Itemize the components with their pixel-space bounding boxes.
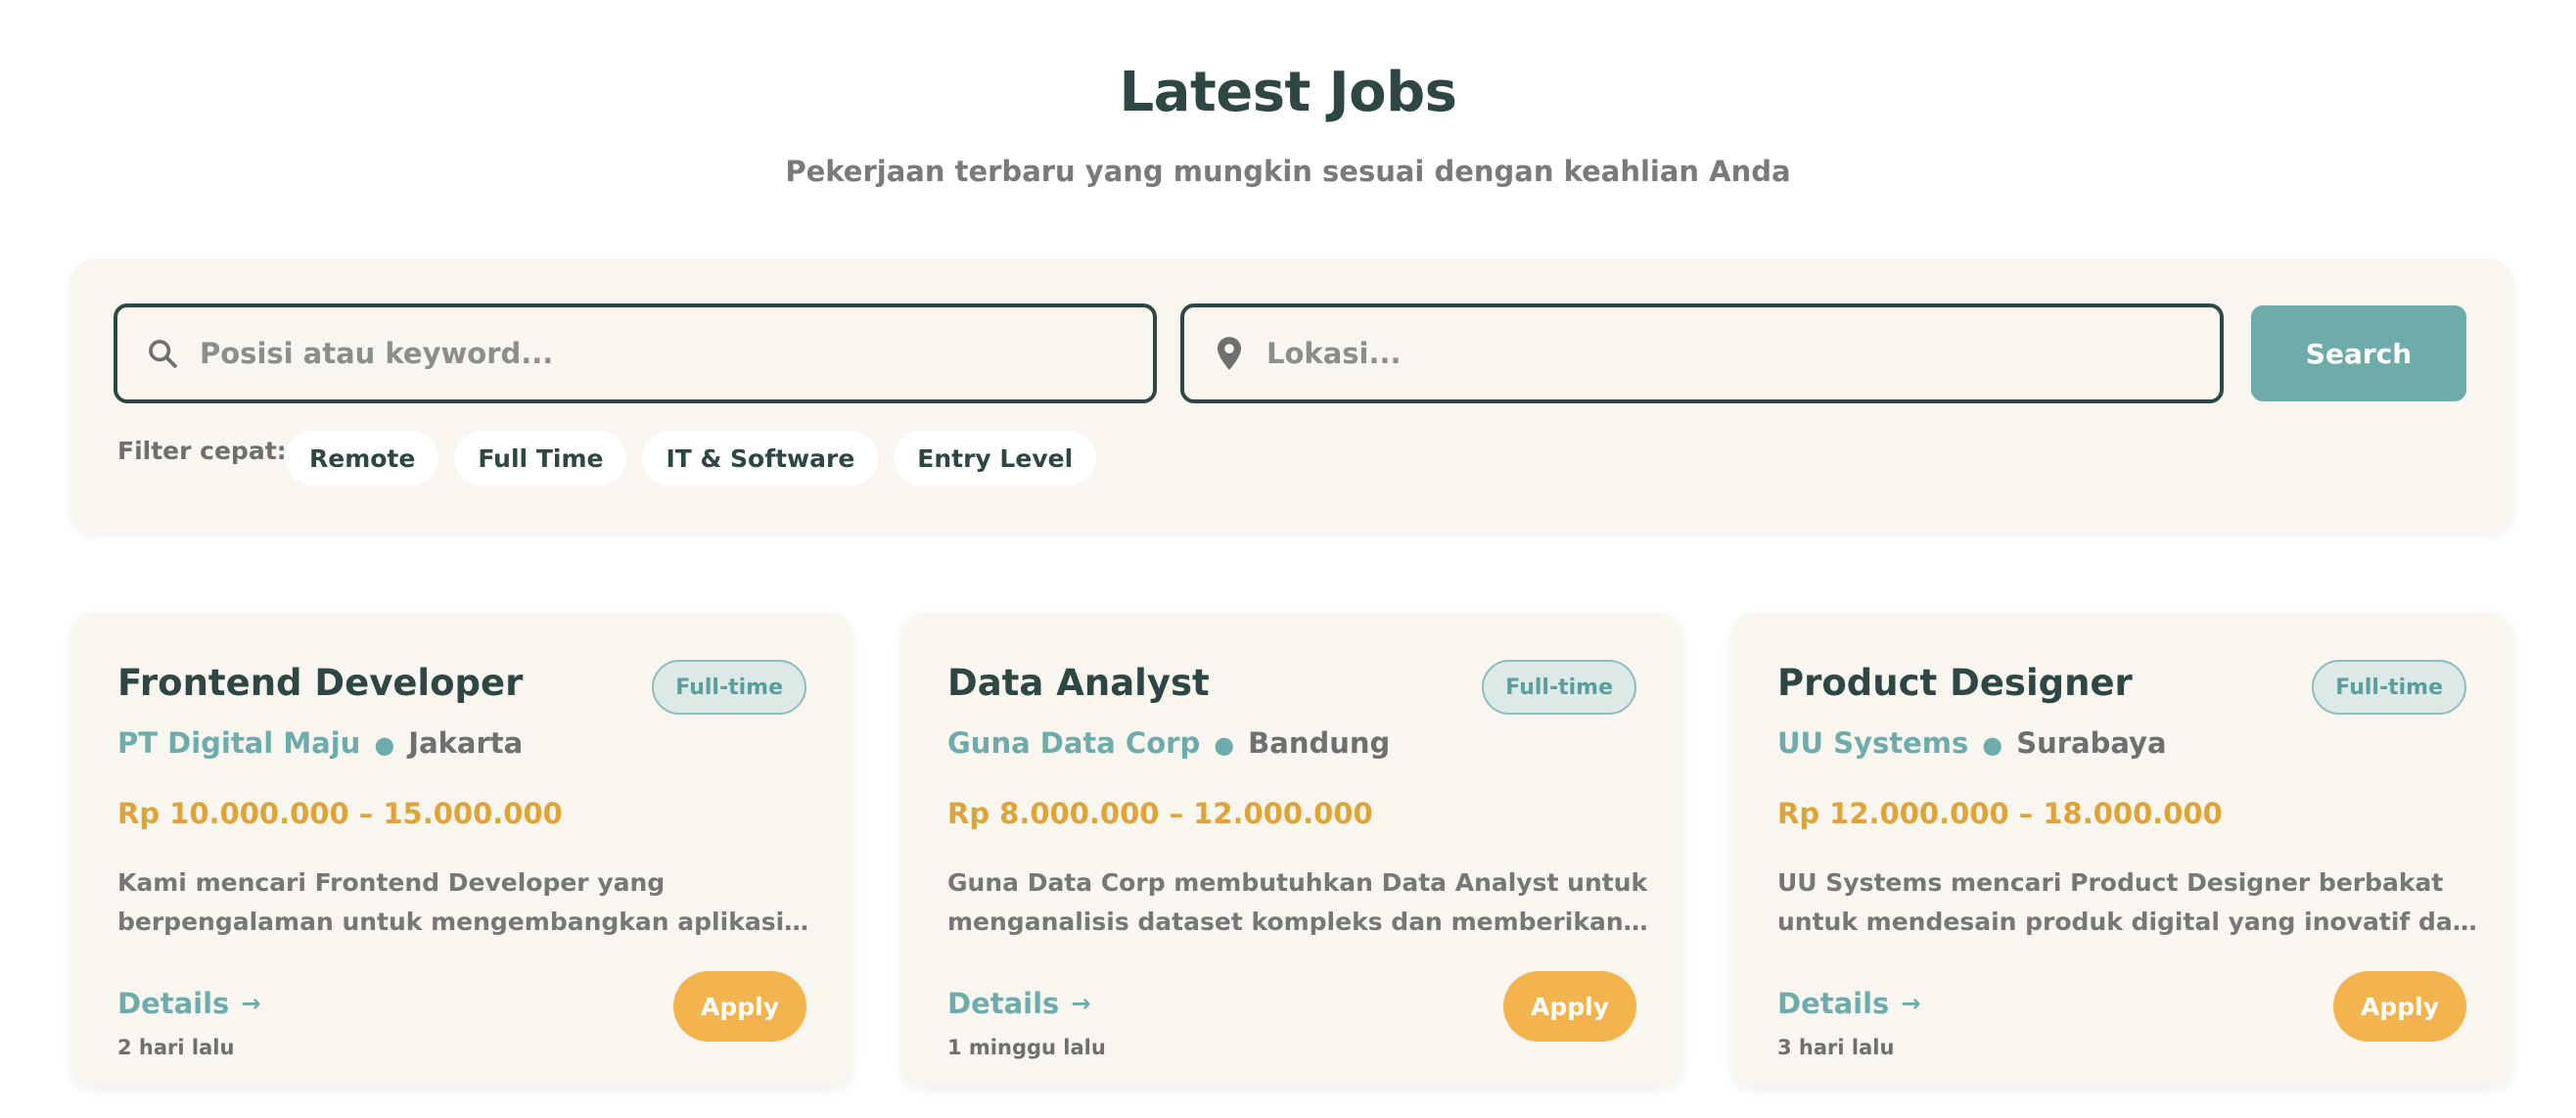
map-pin-icon — [1210, 334, 1249, 373]
details-link[interactable]: Details → — [117, 987, 260, 1020]
details-label: Details — [947, 987, 1060, 1020]
arrow-right-icon: → — [241, 990, 261, 1017]
job-card: Product Designer Full-time UU Systems ● Su… — [1730, 613, 2513, 1087]
apply-button[interactable]: Apply — [673, 971, 806, 1042]
filter-chip-remote[interactable]: Remote — [286, 431, 439, 486]
posted-time: 3 hari lalu — [1777, 1036, 1895, 1059]
page-subtitle: Pekerjaan terbaru yang mungkin sesuai de… — [785, 155, 1791, 188]
salary-range: Rp 8.000.000 – 12.000.000 — [947, 797, 1373, 830]
job-meta: UU Systems ● Surabaya — [1777, 726, 2167, 760]
job-description: Guna Data Corp membutuhkan Data Analyst … — [947, 868, 1648, 936]
details-link[interactable]: Details → — [947, 987, 1090, 1020]
job-title: Product Designer — [1777, 662, 2133, 704]
search-button[interactable]: Search — [2251, 305, 2466, 401]
arrow-right-icon: → — [1901, 990, 1921, 1017]
apply-button[interactable]: Apply — [1503, 971, 1636, 1042]
filter-chip-full-time[interactable]: Full Time — [454, 431, 627, 486]
search-icon — [143, 334, 182, 373]
separator-dot: ● — [374, 731, 395, 759]
details-label: Details — [117, 987, 230, 1020]
search-panel: Search Filter cepat: Remote Full Time IT… — [70, 258, 2513, 533]
job-location: Bandung — [1248, 726, 1391, 760]
job-card: Frontend Developer Full-time PT Digital … — [70, 613, 853, 1087]
filter-chip-entry-level[interactable]: Entry Level — [894, 431, 1097, 486]
location-input[interactable] — [1266, 337, 2147, 370]
job-title: Data Analyst — [947, 662, 1210, 704]
job-description: UU Systems mencari Product Designer berb… — [1777, 868, 2470, 936]
salary-range: Rp 12.000.000 – 18.000.000 — [1777, 797, 2223, 830]
separator-dot: ● — [1982, 731, 2003, 759]
salary-range: Rp 10.000.000 – 15.000.000 — [117, 797, 563, 830]
job-card: Data Analyst Full-time Guna Data Corp ● Ba… — [900, 613, 1683, 1087]
job-meta: PT Digital Maju ● Jakarta — [117, 726, 523, 760]
job-meta: Guna Data Corp ● Bandung — [947, 726, 1390, 760]
location-field[interactable] — [1180, 303, 2224, 403]
arrow-right-icon: → — [1071, 990, 1091, 1017]
job-location: Jakarta — [408, 726, 524, 760]
filter-chip-it-software[interactable]: IT & Software — [642, 431, 879, 486]
company-name: PT Digital Maju — [117, 726, 361, 760]
company-name: UU Systems — [1777, 726, 1969, 760]
filter-label: Filter cepat: — [117, 437, 287, 465]
job-description: Kami mencari Frontend Developer yang ber… — [117, 868, 785, 936]
page-title: Latest Jobs — [1119, 61, 1457, 124]
job-type-badge: Full-time — [1482, 660, 1636, 715]
details-link[interactable]: Details → — [1777, 987, 1920, 1020]
job-cards: Frontend Developer Full-time PT Digital … — [70, 613, 2513, 1087]
company-name: Guna Data Corp — [947, 726, 1201, 760]
separator-dot: ● — [1214, 731, 1235, 759]
posted-time: 2 hari lalu — [117, 1036, 235, 1059]
keyword-input[interactable] — [200, 337, 1081, 370]
job-type-badge: Full-time — [2312, 660, 2466, 715]
apply-button[interactable]: Apply — [2333, 971, 2466, 1042]
details-label: Details — [1777, 987, 1890, 1020]
job-location: Surabaya — [2016, 726, 2167, 760]
quick-filter-chips: Remote Full Time IT & Software Entry Lev… — [286, 431, 1097, 486]
posted-time: 1 minggu lalu — [947, 1036, 1106, 1059]
job-title: Frontend Developer — [117, 662, 524, 704]
job-type-badge: Full-time — [652, 660, 806, 715]
keyword-field[interactable] — [114, 303, 1157, 403]
